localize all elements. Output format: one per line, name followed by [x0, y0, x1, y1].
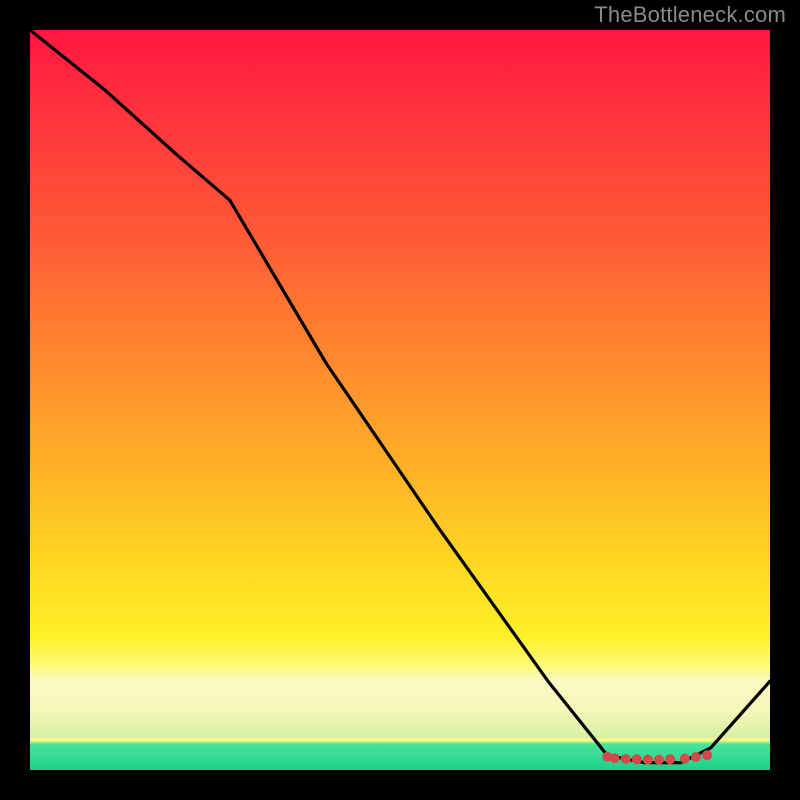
marker-group: [602, 750, 712, 764]
marker-dot: [691, 752, 701, 762]
marker-dot: [610, 753, 620, 763]
marker-dot: [680, 754, 690, 764]
marker-dot: [632, 754, 642, 764]
marker-dot: [702, 750, 712, 760]
marker-dot: [621, 754, 631, 764]
marker-dot: [654, 755, 664, 765]
marker-dot: [643, 755, 653, 765]
chart-svg: [30, 30, 770, 770]
plot-area: [30, 30, 770, 770]
chart-container: TheBottleneck.com: [0, 0, 800, 800]
marker-dot: [665, 754, 675, 764]
watermark-text: TheBottleneck.com: [594, 2, 786, 28]
curve-line: [30, 30, 770, 763]
